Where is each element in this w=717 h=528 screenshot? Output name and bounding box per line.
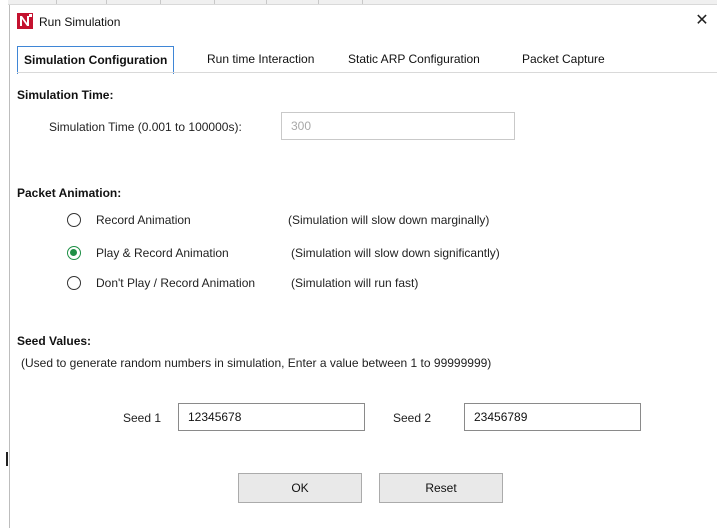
tab-simulation-configuration[interactable]: Simulation Configuration (17, 46, 175, 74)
tab-packet-capture[interactable]: Packet Capture (522, 46, 605, 72)
text-cursor-mark (6, 452, 8, 466)
reset-button[interactable]: Reset (379, 473, 503, 503)
seed-values-heading: Seed Values: (17, 334, 92, 348)
simulation-time-heading: Simulation Time: (17, 88, 114, 102)
title-bar: Run Simulation ✕ (10, 5, 717, 35)
ok-button[interactable]: OK (238, 473, 362, 503)
background-left-edge (0, 0, 8, 528)
strip-tick (160, 0, 161, 4)
dont-play-record-animation-note: (Simulation will run fast) (291, 276, 419, 290)
radio-selected-dot (70, 249, 77, 256)
tab-run-time-interaction[interactable]: Run time Interaction (207, 46, 314, 72)
packet-animation-heading: Packet Animation: (17, 186, 122, 200)
strip-tick (106, 0, 107, 4)
close-icon[interactable]: ✕ (693, 12, 711, 30)
strip-tick (362, 0, 363, 4)
tab-divider (17, 72, 717, 73)
seed-values-hint: (Used to generate random numbers in simu… (21, 356, 492, 370)
record-animation-label[interactable]: Record Animation (96, 213, 191, 227)
window-title: Run Simulation (39, 15, 121, 29)
strip-tick (318, 0, 319, 4)
run-simulation-dialog: Run Simulation ✕ Simulation Configuratio… (9, 5, 717, 528)
seed1-input[interactable]: 12345678 (178, 403, 365, 431)
record-animation-radio[interactable] (67, 213, 81, 227)
dont-play-record-animation-radio[interactable] (67, 276, 81, 290)
strip-tick (214, 0, 215, 4)
strip-tick (266, 0, 267, 4)
play-record-animation-label[interactable]: Play & Record Animation (96, 246, 229, 260)
simulation-time-label: Simulation Time (0.001 to 100000s): (49, 120, 242, 134)
tab-static-arp-configuration[interactable]: Static ARP Configuration (348, 46, 480, 72)
netsim-logo-icon (17, 13, 33, 29)
play-record-animation-radio[interactable] (67, 246, 81, 260)
simulation-time-input[interactable]: 300 (281, 112, 515, 140)
seed1-label: Seed 1 (123, 411, 162, 425)
dont-play-record-animation-label[interactable]: Don't Play / Record Animation (96, 276, 255, 290)
record-animation-note: (Simulation will slow down marginally) (288, 213, 490, 227)
strip-tick (56, 0, 57, 4)
seed2-label: Seed 2 (393, 411, 432, 425)
play-record-animation-note: (Simulation will slow down significantly… (291, 246, 500, 260)
seed2-input[interactable]: 23456789 (464, 403, 641, 431)
